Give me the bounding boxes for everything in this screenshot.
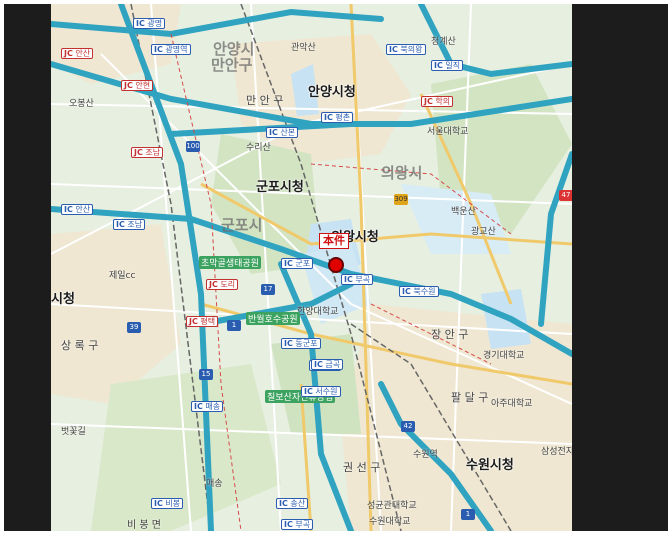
interchange-label: IC 군포 xyxy=(281,258,314,269)
district-label: 상 록 구 xyxy=(61,339,99,352)
route-shield: 1 xyxy=(227,320,241,331)
junction-label: JC 평택 xyxy=(186,316,219,327)
place-label: 서울대학교 xyxy=(427,127,469,137)
district-label: 군포시 xyxy=(221,216,263,234)
district-label: 장 안 구 xyxy=(431,328,469,341)
interchange-label: IC 송산 xyxy=(276,498,309,509)
place-label: 경기대학교 xyxy=(483,351,525,361)
place-label: 벗꽃길 xyxy=(61,427,86,437)
screenshot-frame: 안양시 만안구 만 안 구 군포시 의왕시 상 록 구 장 안 구 팔 달 구 … xyxy=(0,0,672,533)
interchange-label: IC 서수원 xyxy=(301,386,341,397)
route-shield: 100 xyxy=(186,141,200,152)
place-label: 수원역 xyxy=(413,450,438,460)
district-label: 권 선 구 xyxy=(343,461,381,474)
route-shield: 309 xyxy=(394,194,408,205)
interchange-label: IC 매송 xyxy=(191,401,224,412)
place-label: 매송 xyxy=(206,479,223,489)
place-label: 청계산 xyxy=(431,37,456,47)
interchange-label: IC 북수원 xyxy=(399,286,439,297)
district-label: 비 봉 면 xyxy=(127,520,161,531)
junction-label: JC 조남 xyxy=(131,147,164,158)
interchange-label: IC 조남 xyxy=(113,219,146,230)
right-border xyxy=(572,4,668,531)
interchange-label: IC 산본 xyxy=(266,127,299,138)
interchange-label: IC 부곡 xyxy=(341,274,374,285)
junction-label: JC 안산 xyxy=(61,48,94,59)
interchange-label: IC 부곡 xyxy=(281,519,314,530)
route-shield: 42 xyxy=(401,421,415,432)
place-label: 아주대학교 xyxy=(491,399,533,409)
district-label: 만 안 구 xyxy=(246,94,284,107)
route-shield: 17 xyxy=(261,284,275,295)
interchange-label: IC 동군포 xyxy=(281,338,321,349)
place-label: 제일cc xyxy=(109,271,136,281)
place-label: 성균관대학교 xyxy=(367,501,417,511)
subject-property-marker[interactable] xyxy=(328,257,344,273)
interchange-label: IC 북의왕 xyxy=(386,44,426,55)
interchange-label: IC 일직 xyxy=(431,60,464,71)
district-label: 팔 달 구 xyxy=(451,391,489,404)
interchange-label: IC 안산 xyxy=(61,204,94,215)
place-label: 한양대학교 xyxy=(297,307,339,317)
interchange-label: IC 평촌 xyxy=(321,112,354,123)
place-label: 수리산 xyxy=(246,143,271,153)
district-label: 시청 xyxy=(51,292,75,307)
interchange-label: IC 금곡 xyxy=(311,359,344,370)
interchange-label: IC 비봉 xyxy=(151,498,184,509)
park-label: 초막골생태공원 xyxy=(199,256,261,269)
city-hall-label: 안양시청 xyxy=(308,85,356,100)
route-shield: 15 xyxy=(199,369,213,380)
junction-label: JC 안현 xyxy=(121,80,154,91)
left-border xyxy=(4,4,51,531)
district-label: 만안구 xyxy=(211,56,253,74)
place-label: 삼성전자 xyxy=(541,447,572,457)
city-hall-label: 군포시청 xyxy=(256,180,304,195)
park-label: 반월호수공원 xyxy=(246,312,300,325)
place-label: 백운산 xyxy=(451,207,476,217)
junction-label: JC 도리 xyxy=(206,279,239,290)
route-shield: 39 xyxy=(127,322,141,333)
route-shield: 1 xyxy=(461,509,475,520)
map-canvas[interactable]: 안양시 만안구 만 안 구 군포시 의왕시 상 록 구 장 안 구 팔 달 구 … xyxy=(51,4,572,531)
place-label: 오봉산 xyxy=(69,99,94,109)
place-label: 관악산 xyxy=(291,43,316,53)
place-label: 광교산 xyxy=(471,227,496,237)
interchange-label: IC 광명 xyxy=(133,18,166,29)
city-hall-label: 수원시청 xyxy=(466,458,514,473)
district-label: 의왕시 xyxy=(381,164,423,182)
subject-property-label: 本件 xyxy=(319,233,349,249)
interchange-label: IC 광명역 xyxy=(151,44,191,55)
place-label: 수원대학교 xyxy=(369,517,411,527)
junction-label: JC 학의 xyxy=(421,96,454,107)
green-area-southwest xyxy=(91,364,281,531)
route-shield: 47 xyxy=(559,190,572,201)
